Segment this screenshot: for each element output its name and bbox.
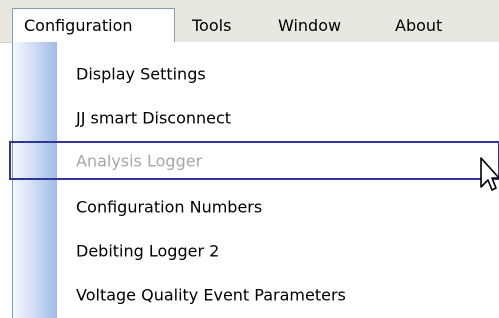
menu-configuration-label: Configuration [24, 16, 133, 35]
menu-tools[interactable]: Tools [180, 8, 243, 42]
menu-tools-label: Tools [192, 15, 232, 35]
menu-item-label: Debiting Logger 2 [76, 241, 220, 260]
menu-item-configuration-numbers[interactable]: Configuration Numbers [13, 187, 499, 226]
menu-item-debiting-logger-2[interactable]: Debiting Logger 2 [13, 231, 499, 270]
menu-item-label: Analysis Logger [76, 151, 203, 170]
menu-item-label: Voltage Quality Event Parameters [76, 285, 346, 304]
arrow-pointer-icon [480, 157, 499, 191]
menu-item-analysis-logger: Analysis Logger [9, 141, 499, 180]
menu-window-label: Window [278, 15, 342, 35]
menu-window[interactable]: Window [266, 8, 353, 42]
menu-item-label: Configuration Numbers [76, 197, 263, 216]
menu-item-label: JJ smart Disconnect [76, 108, 232, 127]
menu-configuration[interactable]: Configuration [12, 8, 175, 42]
menu-item-voltage-quality-event-parameters[interactable]: Voltage Quality Event Parameters [13, 275, 499, 314]
configuration-dropdown-menu: Display Settings JJ smart Disconnect Ana… [9, 42, 499, 318]
menu-item-display-settings[interactable]: Display Settings [13, 54, 499, 93]
menu-about[interactable]: About [383, 8, 454, 42]
menu-about-label: About [395, 15, 443, 35]
menu-bar: Configuration Tools Window About [0, 0, 499, 43]
menu-item-jj-smart-disconnect[interactable]: JJ smart Disconnect [13, 98, 499, 137]
menu-item-label: Display Settings [76, 64, 206, 83]
